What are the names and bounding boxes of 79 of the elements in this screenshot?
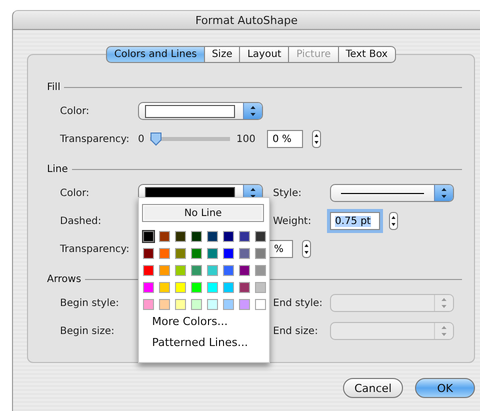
field-label: Weight: [273,216,312,226]
color-swatch[interactable] [238,298,251,311]
color-swatch[interactable] [206,281,219,294]
slider-max-label: 100 [236,134,256,144]
color-swatch[interactable] [254,230,267,243]
color-swatch[interactable] [238,247,251,260]
input-field[interactable]: % [269,240,293,258]
color-swatch[interactable] [190,264,203,277]
color-swatch[interactable] [254,298,267,311]
field-label: End style: [273,298,324,308]
color-swatch[interactable] [174,264,187,277]
field-label: Dashed: [60,216,102,226]
updown-arrows-icon [434,185,453,201]
tab[interactable]: Layout [240,46,290,63]
input-field[interactable]: 0.75 pt [330,212,380,230]
field-label: Color: [60,106,90,116]
color-swatch[interactable] [222,264,235,277]
color-swatch[interactable] [142,230,155,243]
color-swatch[interactable] [142,298,155,311]
menu-item[interactable]: Patterned Lines... [142,332,267,353]
field-label: Transparency: [60,244,130,254]
color-swatch[interactable] [222,247,235,260]
color-swatch[interactable] [206,247,219,260]
color-swatch[interactable] [190,247,203,260]
color-swatch[interactable] [174,247,187,260]
color-swatch[interactable] [158,230,171,243]
color-swatch[interactable] [206,264,219,277]
tab[interactable]: Colors and Lines [106,46,205,63]
updown-arrows-icon [434,323,453,339]
color-swatch[interactable] [254,281,267,294]
field-label: Color: [60,188,90,198]
color-swatch[interactable] [222,281,235,294]
stepper-control[interactable] [302,240,311,258]
slider-min-label: 0 [138,134,144,144]
color-swatch[interactable] [174,230,187,243]
slider-thumb[interactable] [150,132,162,146]
color-swatch[interactable] [142,264,155,277]
color-swatch[interactable] [206,298,219,311]
field-label: Begin size: [60,326,116,336]
color-swatch[interactable] [254,264,267,277]
dialog-button[interactable]: OK [415,378,475,398]
color-swatch[interactable] [206,230,219,243]
no-line-button[interactable]: No Line [142,204,264,222]
field-label: Style: [273,188,302,198]
stepper-control[interactable] [312,130,322,148]
color-swatch[interactable] [190,230,203,243]
color-swatch[interactable] [238,264,251,277]
color-swatch[interactable] [142,281,155,294]
color-dropdown[interactable] [138,102,263,120]
color-swatch[interactable] [238,281,251,294]
stepper-control[interactable] [389,212,398,230]
section-title: Fill [47,82,60,92]
section-title: Arrows [47,274,82,284]
color-swatch[interactable] [158,247,171,260]
tab[interactable]: Size [204,46,240,63]
menu-item[interactable]: More Colors... [142,311,267,332]
color-swatch[interactable] [222,230,235,243]
field-label: Begin style: [60,298,120,308]
color-swatch[interactable] [190,298,203,311]
color-swatch[interactable] [158,298,171,311]
tab[interactable]: Text Box [338,46,396,63]
color-swatch[interactable] [238,230,251,243]
color-swatch[interactable] [142,247,155,260]
field-label: Transparency: [60,134,130,144]
color-swatch[interactable] [190,281,203,294]
color-swatch[interactable] [174,298,187,311]
line-style-dropdown[interactable] [330,184,454,202]
color-swatch[interactable] [158,281,171,294]
dialog-button[interactable]: Cancel [343,378,403,398]
color-swatch[interactable] [174,281,187,294]
field-label: End size: [273,326,319,336]
window-title: Format AutoShape [195,14,298,26]
color-swatch[interactable] [254,247,267,260]
color-swatch[interactable] [158,264,171,277]
input-field[interactable]: 0 % [267,130,304,148]
updown-arrows-icon [434,295,453,311]
updown-arrows-icon [243,103,262,119]
section-title: Line [47,164,68,174]
color-swatch[interactable] [222,298,235,311]
